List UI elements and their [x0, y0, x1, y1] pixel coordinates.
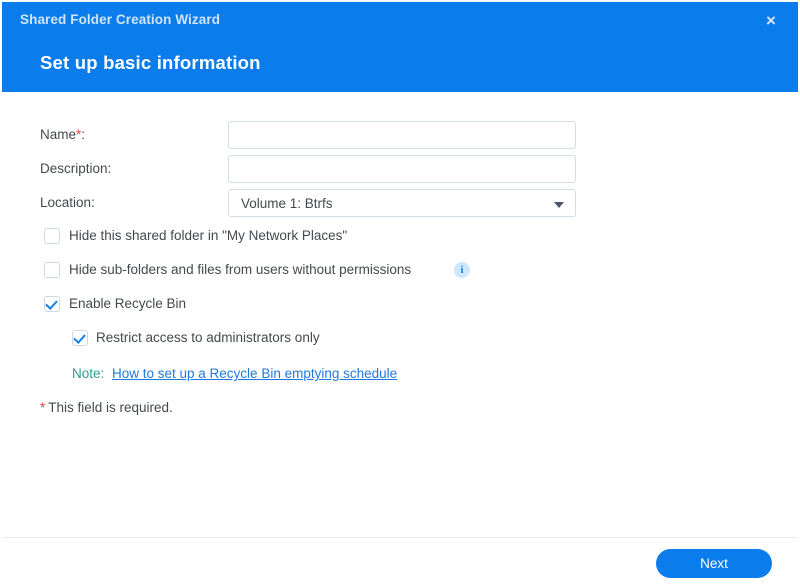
form-row-description: Description:	[2, 155, 798, 183]
option-row-hide-shared-folder: Hide this shared folder in "My Network P…	[2, 228, 798, 250]
window-title: Shared Folder Creation Wizard	[20, 12, 221, 27]
info-icon[interactable]	[454, 262, 470, 278]
name-input[interactable]	[228, 121, 576, 149]
name-label: Name*:	[40, 121, 85, 149]
note-prefix: Note:	[72, 366, 105, 381]
next-button[interactable]: Next	[656, 549, 772, 578]
form-row-location: Location: Volume 1: Btrfs	[2, 189, 798, 217]
dialog-footer: Next	[2, 537, 798, 583]
description-input[interactable]	[228, 155, 576, 183]
description-label: Description:	[40, 161, 112, 176]
note-row: Note: How to set up a Recycle Bin emptyi…	[2, 364, 798, 384]
checkbox-label-restrict-access: Restrict access to administrators only	[96, 330, 320, 345]
name-label-text: Name	[40, 127, 77, 142]
form-row-name: Name*:	[2, 121, 798, 149]
name-label-colon: :	[81, 127, 86, 142]
required-field-note: * This field is required.	[40, 398, 173, 418]
checkbox-label-hide-subfolders: Hide sub-folders and files from users wi…	[69, 262, 412, 277]
chevron-down-icon	[554, 202, 564, 208]
title-bar: Shared Folder Creation Wizard ×	[2, 2, 798, 40]
shared-folder-creation-wizard-dialog: Shared Folder Creation Wizard × Set up b…	[2, 2, 798, 583]
location-select-value: Volume 1: Btrfs	[241, 196, 333, 211]
checkbox-label-hide-shared-folder: Hide this shared folder in "My Network P…	[69, 228, 348, 243]
required-asterisk-legend: *	[40, 400, 46, 415]
page-title: Set up basic information	[40, 52, 261, 73]
option-row-restrict-access: Restrict access to administrators only	[2, 330, 798, 352]
checkbox-label-enable-recycle-bin: Enable Recycle Bin	[69, 296, 187, 311]
checkbox-enable-recycle-bin[interactable]	[44, 296, 60, 312]
location-select[interactable]: Volume 1: Btrfs	[228, 189, 576, 217]
recycle-bin-schedule-link[interactable]: How to set up a Recycle Bin emptying sch…	[112, 364, 397, 384]
checkbox-hide-subfolders[interactable]	[44, 262, 60, 278]
required-field-note-text: This field is required.	[48, 400, 173, 415]
location-label: Location:	[40, 195, 95, 210]
option-row-hide-subfolders: Hide sub-folders and files from users wi…	[2, 262, 798, 284]
checkbox-restrict-access[interactable]	[72, 330, 88, 346]
dialog-body: Name*: Description: Location: Volume 1: …	[2, 92, 798, 537]
dialog-header: Shared Folder Creation Wizard × Set up b…	[2, 2, 798, 92]
close-icon[interactable]: ×	[760, 10, 782, 32]
option-row-enable-recycle-bin: Enable Recycle Bin	[2, 296, 798, 318]
checkbox-hide-shared-folder[interactable]	[44, 228, 60, 244]
